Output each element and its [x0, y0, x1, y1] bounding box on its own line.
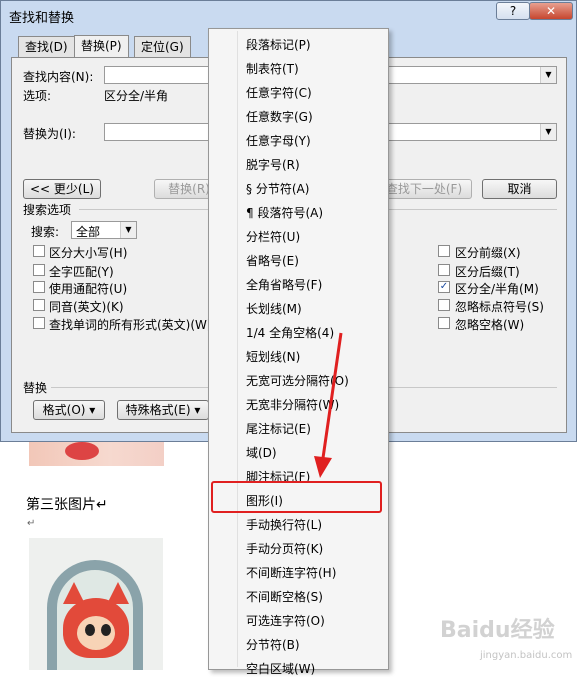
replace-section-title: 替换 [23, 381, 48, 395]
highlight-box [211, 481, 382, 513]
chevron-down-icon[interactable]: ▼ [540, 67, 556, 83]
paragraph-mark: ↵ [27, 518, 36, 529]
option-label: 忽略标点符号(S) [455, 300, 544, 314]
watermark: Baidu经验 [440, 618, 555, 643]
tab-goto[interactable]: 定位(G) [134, 36, 191, 58]
option-label: 查找单词的所有形式(英文)(W) [49, 318, 212, 332]
checkbox-match-prefix[interactable] [438, 245, 450, 257]
checkbox-all-word-forms[interactable] [33, 317, 45, 329]
tab-replace[interactable]: 替换(P) [74, 35, 129, 59]
search-options-title: 搜索选项 [23, 203, 72, 217]
option-label: 忽略空格(W) [455, 318, 525, 332]
menu-item[interactable]: 域(D) [246, 444, 277, 461]
less-button[interactable]: << 更少(L) [23, 179, 101, 199]
option-label: 使用通配符(U) [49, 282, 128, 296]
option-label: 区分前缀(X) [455, 246, 521, 260]
menu-item[interactable]: 制表符(T) [246, 60, 299, 77]
menu-item[interactable]: 段落标记(P) [246, 36, 311, 53]
option-label: 区分后缀(T) [455, 265, 520, 279]
checkbox-whole-word[interactable] [33, 264, 45, 276]
checkbox-match-case[interactable] [33, 245, 45, 257]
menu-item[interactable]: 空白区域(W) [246, 660, 315, 677]
checkbox-match-width[interactable]: ✓ [438, 281, 450, 293]
menu-item[interactable]: ¶ 段落符号(A) [246, 204, 323, 221]
search-direction-select[interactable]: 全部 ▼ [71, 221, 137, 239]
menu-item[interactable]: 分节符(B) [246, 636, 300, 653]
menu-item[interactable]: 全角省略号(F) [246, 276, 322, 293]
option-label: 同音(英文)(K) [49, 300, 124, 314]
search-direction-value: 全部 [76, 225, 101, 239]
checkbox-ignore-space[interactable] [438, 317, 450, 329]
search-label: 搜索: [31, 225, 60, 239]
dialog-title: 查找和替换 [9, 11, 75, 26]
chevron-down-icon[interactable]: ▼ [540, 124, 556, 140]
option-label: 区分大小写(H) [49, 246, 128, 260]
title-bar: 查找和替换 ? ✕ [1, 1, 576, 29]
menu-item[interactable]: 任意字母(Y) [246, 132, 311, 149]
menu-item[interactable]: 任意字符(C) [246, 84, 312, 101]
option-label: 区分全/半角(M) [455, 282, 539, 296]
menu-item[interactable]: 无宽可选分隔符(O) [246, 372, 349, 389]
menu-item[interactable]: 不间断连字符(H) [246, 564, 336, 581]
cancel-button[interactable]: 取消 [482, 179, 557, 199]
menu-item[interactable]: 不间断空格(S) [246, 588, 323, 605]
checkbox-wildcards[interactable] [33, 281, 45, 293]
menu-item[interactable]: 短划线(N) [246, 348, 300, 365]
menu-item[interactable]: 省略号(E) [246, 252, 299, 269]
menu-item[interactable]: 分栏符(U) [246, 228, 300, 245]
help-button[interactable]: ? [496, 2, 530, 20]
menu-item[interactable]: 长划线(M) [246, 300, 302, 317]
options-label: 选项: [23, 89, 52, 103]
menu-item[interactable]: 尾注标记(E) [246, 420, 311, 437]
menu-item[interactable]: § 分节符(A) [246, 180, 309, 197]
checkbox-ignore-punctuation[interactable] [438, 299, 450, 311]
menu-item[interactable]: 任意数字(G) [246, 108, 313, 125]
option-label: 全字匹配(Y) [49, 265, 114, 279]
document-image-fox [29, 538, 163, 670]
document-caption: 第三张图片↵ [26, 497, 108, 513]
find-next-button[interactable]: 查找下一处(F) [376, 179, 472, 199]
special-format-button[interactable]: 特殊格式(E) ▾ [117, 400, 209, 420]
checkbox-match-suffix[interactable] [438, 264, 450, 276]
menu-item[interactable]: 无宽非分隔符(W) [246, 396, 339, 413]
menu-item[interactable]: 手动分页符(K) [246, 540, 323, 557]
close-button[interactable]: ✕ [529, 2, 573, 20]
menu-item[interactable]: 脱字号(R) [246, 156, 300, 173]
watermark-url: jingyan.baidu.com [480, 650, 573, 661]
document-image-top [29, 440, 164, 466]
menu-item[interactable]: 手动换行符(L) [246, 516, 322, 533]
options-value: 区分全/半角 [104, 89, 169, 103]
find-label: 查找内容(N): [23, 70, 94, 84]
format-button[interactable]: 格式(O) ▾ [33, 400, 105, 420]
menu-item[interactable]: 1/4 全角空格(4) [246, 324, 334, 341]
checkbox-sounds-like[interactable] [33, 299, 45, 311]
menu-item[interactable]: 可选连字符(O) [246, 612, 325, 629]
chevron-down-icon[interactable]: ▼ [120, 222, 136, 238]
tab-find[interactable]: 查找(D) [18, 36, 75, 58]
replace-label: 替换为(I): [23, 127, 76, 141]
